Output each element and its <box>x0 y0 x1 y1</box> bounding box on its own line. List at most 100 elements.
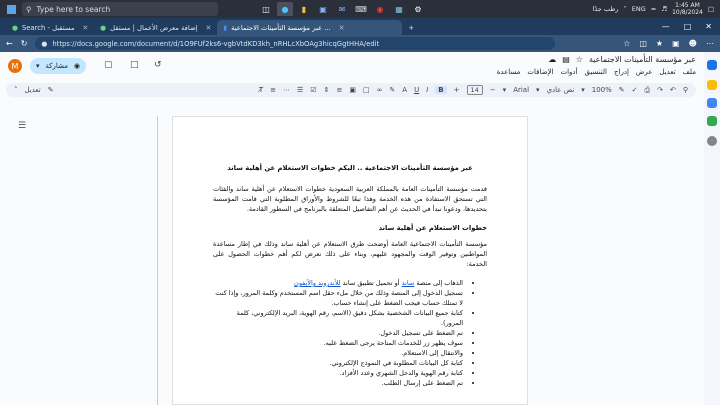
close-tab-icon[interactable]: ✕ <box>339 24 345 32</box>
underline-icon[interactable]: U <box>414 86 419 94</box>
side-docs-icon[interactable] <box>707 60 717 70</box>
tasks-icon[interactable] <box>707 98 717 108</box>
collections-icon[interactable]: ▣ <box>672 39 680 48</box>
font-size-input[interactable]: 14 <box>466 85 483 95</box>
search-menus-icon[interactable]: ⚲ <box>683 86 688 94</box>
star-icon[interactable]: ☆ <box>576 55 583 64</box>
italic-icon[interactable]: I <box>426 86 428 94</box>
zoom-selector[interactable]: 100% <box>592 86 612 94</box>
sand-link[interactable]: ساند <box>402 279 415 287</box>
menu-tools[interactable]: أدوات <box>561 68 578 76</box>
checklist-icon[interactable]: ☑ <box>310 86 316 94</box>
new-tab-button[interactable]: + <box>402 20 420 35</box>
add-on-plus-icon[interactable] <box>707 136 717 146</box>
tray-chevron-icon[interactable]: ˄ <box>624 5 627 13</box>
avatar[interactable]: M <box>8 59 22 73</box>
keep-icon[interactable] <box>707 80 717 90</box>
volume-icon[interactable]: ♬ <box>661 5 667 13</box>
menu-view[interactable]: عرض <box>636 68 653 76</box>
highlight-icon[interactable]: ✎ <box>389 86 395 94</box>
notifications-icon[interactable]: □ <box>708 5 714 13</box>
tab-search[interactable]: ● Search - مستقبل ✕ <box>6 20 94 35</box>
back-icon[interactable]: ← <box>6 39 13 48</box>
chrome-icon[interactable]: ◉ <box>372 2 388 16</box>
file-explorer-icon[interactable]: ▮ <box>296 2 312 16</box>
taskbar-clock[interactable]: 1:45 AM 10/8/2024 <box>672 2 703 16</box>
align-icon[interactable]: ≡ <box>336 86 342 94</box>
wifi-icon[interactable]: ≈ <box>651 5 656 13</box>
clear-format-icon[interactable]: T̸ <box>259 86 263 94</box>
taskbar-search-box[interactable]: ⚲ Type here to search <box>22 2 218 16</box>
windows-start-button[interactable] <box>0 0 22 18</box>
document-outline-icon[interactable]: ☰ <box>18 121 26 131</box>
numbered-list-icon[interactable]: ☰ <box>297 86 303 94</box>
undo-icon[interactable]: ↶ <box>670 86 676 94</box>
app-link[interactable]: للأندرويد والآيفون <box>294 279 341 287</box>
edge-browser-icon[interactable]: ● <box>277 2 293 16</box>
contacts-icon[interactable] <box>707 116 717 126</box>
terminal-icon[interactable]: ⌨ <box>353 2 369 16</box>
line-spacing-icon[interactable]: ⇕ <box>324 86 330 94</box>
move-folder-icon[interactable]: ▤ <box>562 55 570 64</box>
cloud-status-icon[interactable]: ☁ <box>548 55 556 64</box>
lock-icon: ● <box>41 39 48 48</box>
menu-format[interactable]: التنسيق <box>585 68 608 76</box>
history-icon[interactable]: ↺ <box>154 60 162 70</box>
language-indicator[interactable]: ENG <box>632 5 646 13</box>
spellcheck-icon[interactable]: ✓ <box>632 86 638 94</box>
favorite-star-icon[interactable]: ☆ <box>623 39 630 48</box>
split-screen-icon[interactable]: ◫ <box>639 39 647 48</box>
close-tab-icon[interactable]: ✕ <box>82 24 88 32</box>
menu-edit[interactable]: تعديل <box>659 68 675 76</box>
tab-google-doc[interactable]: ▮ عبر مؤسسة التأمينات الاجتماعية ... ✕ <box>217 20 403 35</box>
settings-icon[interactable]: ⚙ <box>410 2 426 16</box>
comments-icon[interactable]: □ <box>130 60 139 70</box>
link-icon[interactable]: ∞ <box>377 86 383 94</box>
store-bag-icon[interactable]: ▦ <box>391 2 407 16</box>
print-icon[interactable]: ⎙ <box>645 86 651 95</box>
menu-insert[interactable]: إدراج <box>614 68 629 76</box>
maximize-icon[interactable]: □ <box>684 22 692 31</box>
intro-paragraph: قدمت مؤسسة التأمينات العامة بالمملكة الع… <box>213 185 487 213</box>
bold-button[interactable]: B <box>435 86 447 94</box>
tab-portfolio[interactable]: ● إضافة معرض الأعمال | مستقل ✕ <box>94 20 217 35</box>
menu-help[interactable]: مساعدة <box>497 68 521 76</box>
bullets-icon[interactable]: ⋯ <box>283 86 290 94</box>
comment-add-icon[interactable]: □ <box>363 86 370 94</box>
document-page[interactable]: عبر مؤسسة التأمينات الاجتماعية .. اليكم … <box>172 116 528 405</box>
font-size-increase-icon[interactable]: + <box>454 86 460 94</box>
refresh-icon[interactable]: ↻ <box>21 39 28 48</box>
mail-icon[interactable]: ✉ <box>334 2 350 16</box>
document-title[interactable]: عبر مؤسسة التأمينات الاجتماعية <box>589 55 696 64</box>
redo-icon[interactable]: ↷ <box>657 86 663 94</box>
image-icon[interactable]: ▣ <box>349 86 356 94</box>
minimize-icon[interactable]: — <box>662 22 670 31</box>
favorites-icon[interactable]: ★ <box>656 39 663 48</box>
font-size-decrease-icon[interactable]: − <box>490 86 496 94</box>
paint-format-icon[interactable]: ✎ <box>619 86 625 94</box>
indent-icon[interactable]: ≡ <box>270 86 276 94</box>
more-options-icon[interactable]: ⋯ <box>706 39 714 48</box>
url-field[interactable]: ● https://docs.google.com/document/d/1O9… <box>35 37 556 50</box>
meet-icon[interactable]: ▢ <box>104 60 113 70</box>
collapse-toolbar-icon[interactable]: ˄ <box>14 86 18 94</box>
task-view-icon[interactable]: ◫ <box>258 2 274 16</box>
mode-selector[interactable]: تعديل <box>25 86 41 94</box>
text-color-icon[interactable]: A <box>402 86 407 94</box>
store-icon[interactable]: ▣ <box>315 2 331 16</box>
share-label: مشاركة <box>45 62 68 70</box>
pencil-icon[interactable]: ✎ <box>48 86 54 94</box>
step-text: أو تحميل تطبيق ساند <box>340 279 402 287</box>
style-selector[interactable]: نص عادي <box>547 86 575 94</box>
close-tab-icon[interactable]: ✕ <box>206 24 212 32</box>
profile-icon[interactable]: ☻ <box>689 39 697 48</box>
tab-label: عبر مؤسسة التأمينات الاجتماعية ... <box>231 23 331 32</box>
menu-extensions[interactable]: الإضافات <box>527 68 553 76</box>
section-paragraph: مؤسسة التأمينات الاجتماعية العامة أوضحت … <box>213 240 487 268</box>
close-window-icon[interactable]: ✕ <box>705 22 712 31</box>
font-selector[interactable]: Arial <box>513 86 529 94</box>
menu-file[interactable]: ملف <box>683 68 696 76</box>
chevron-down-icon: ▾ <box>36 62 40 70</box>
section-heading: خطوات الاستعلام عن أهلية ساند <box>378 224 487 232</box>
share-button[interactable]: ▾ مشاركة ◉ <box>30 58 86 74</box>
